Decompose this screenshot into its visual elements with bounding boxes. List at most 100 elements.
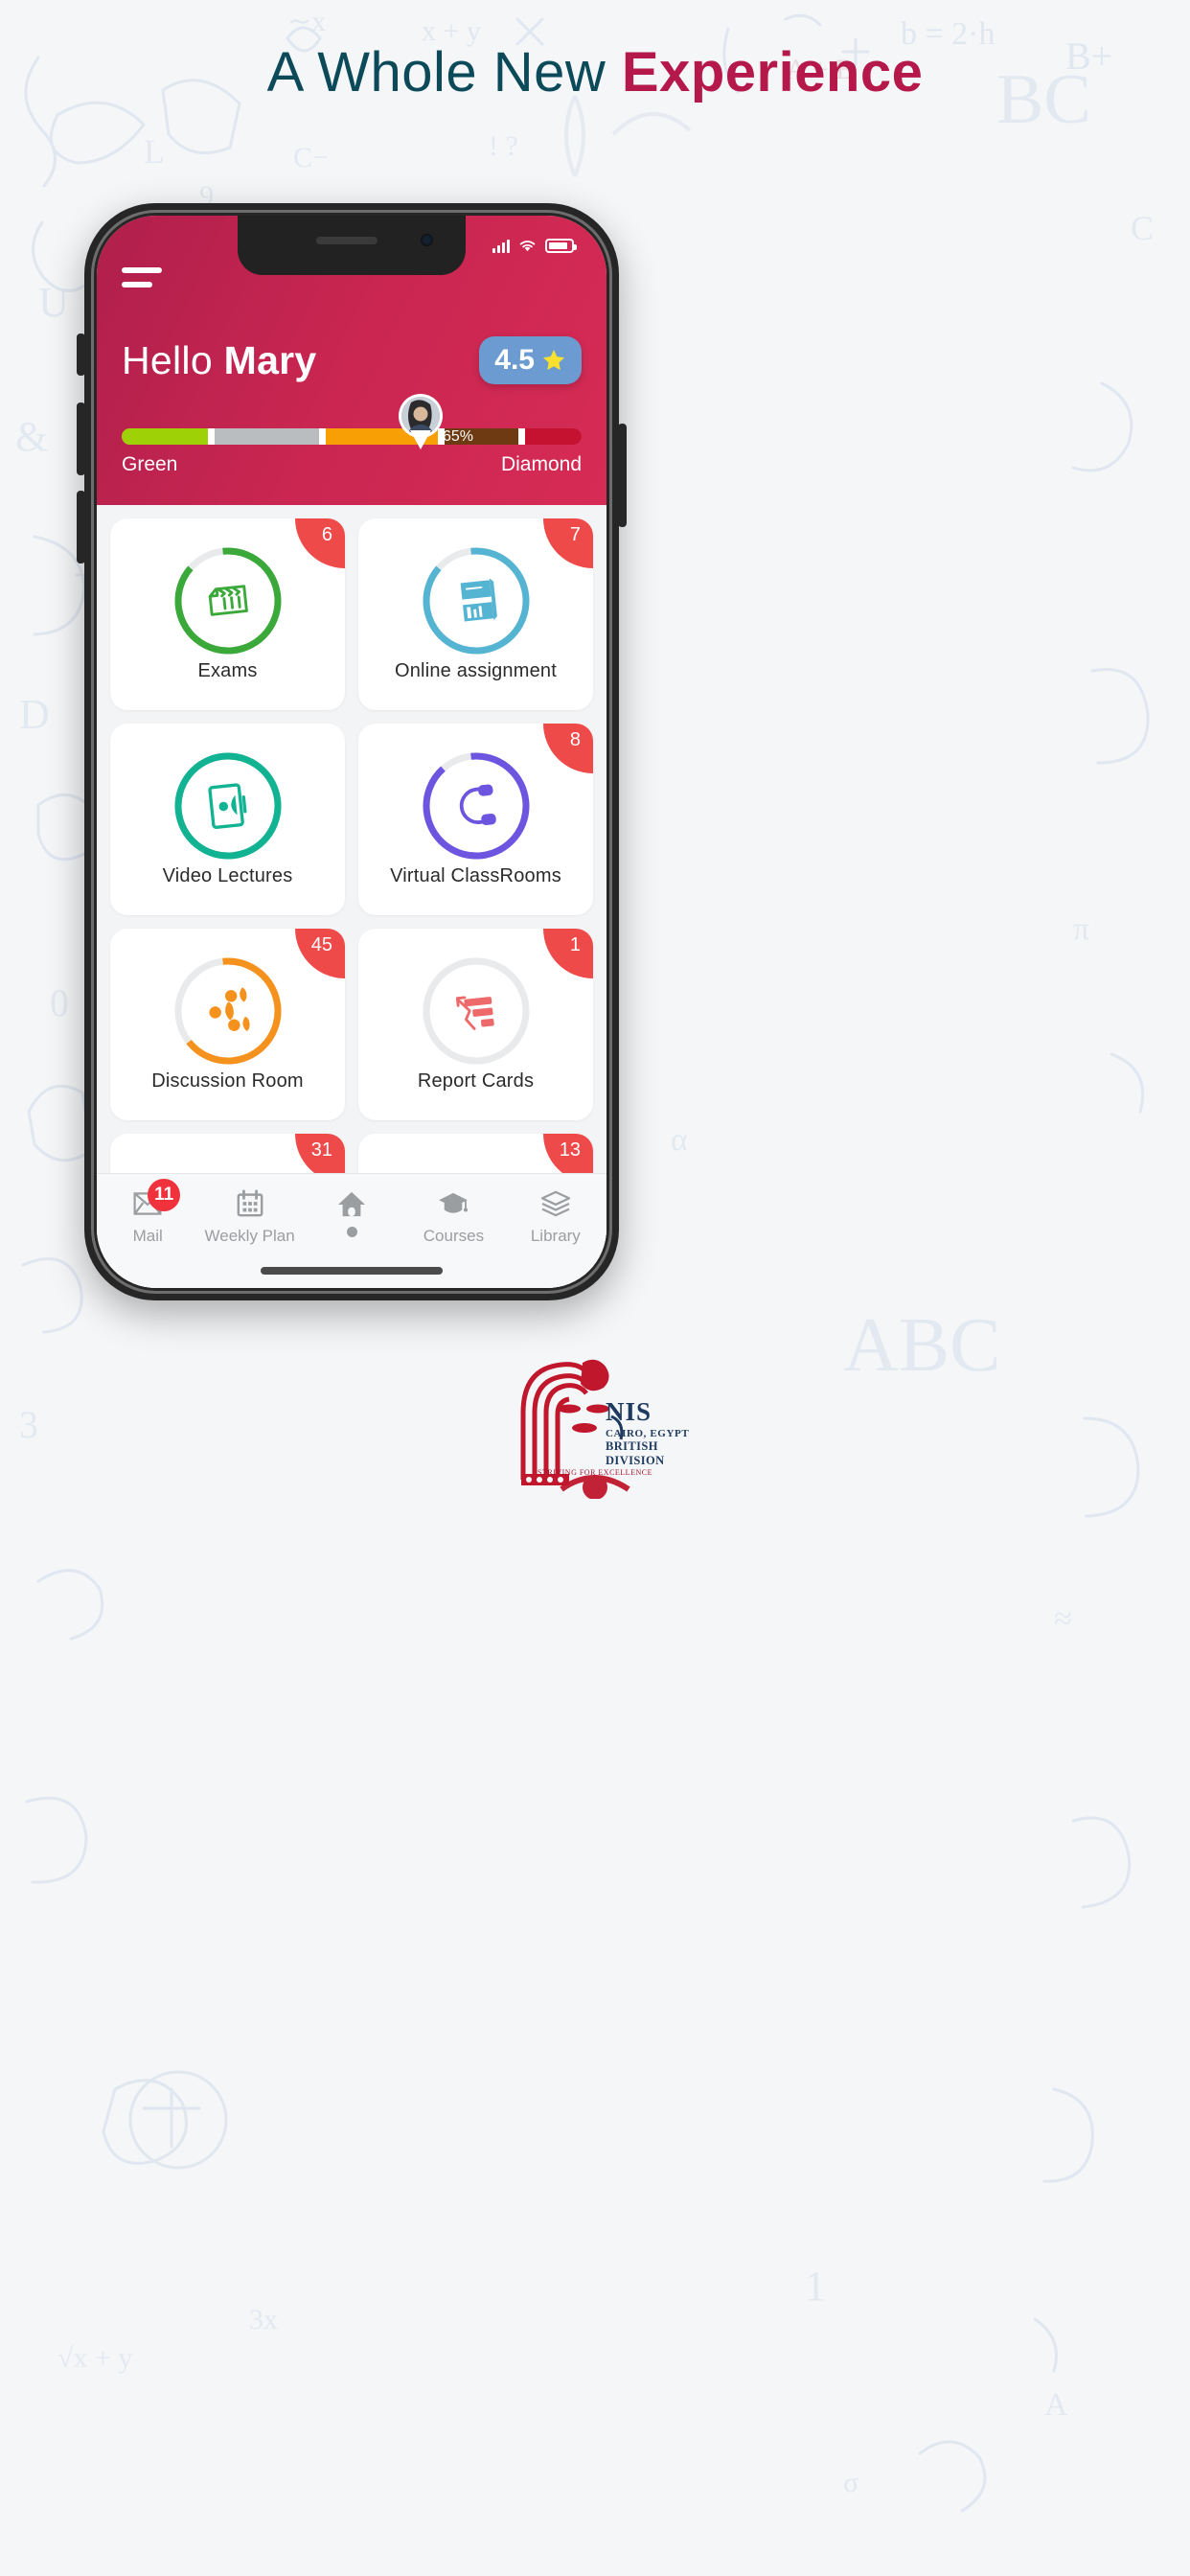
phone-mute-switch[interactable] bbox=[77, 334, 85, 376]
svg-text:3: 3 bbox=[19, 1403, 38, 1446]
logo-motto: STRIVING FOR EXCELLENCE bbox=[538, 1468, 652, 1477]
headline-accent-text: Experience bbox=[621, 41, 924, 104]
progress-separator bbox=[208, 428, 216, 445]
svg-text:L: L bbox=[144, 132, 165, 171]
logo-line1: CAIRO, EGYPT bbox=[606, 1428, 690, 1439]
logo-wordmark: NIS CAIRO, EGYPT BRITISH DIVISION bbox=[606, 1399, 696, 1468]
star-icon bbox=[542, 349, 565, 371]
feature-tile[interactable]: 8 Virtual ClassRooms bbox=[358, 724, 593, 915]
svg-text:C−: C− bbox=[293, 142, 329, 173]
progress-separator bbox=[518, 428, 526, 445]
feature-tile[interactable]: 6 Exams bbox=[110, 518, 345, 710]
svg-text:1: 1 bbox=[805, 2263, 826, 2310]
nis-footer-logo: NIS CAIRO, EGYPT BRITISH DIVISION STRIVI… bbox=[494, 1346, 696, 1504]
svg-text:α: α bbox=[671, 1122, 688, 1158]
tile-badge: 6 bbox=[295, 518, 345, 568]
tile-label: Video Lectures bbox=[162, 864, 293, 886]
svg-text:∼x: ∼x bbox=[287, 6, 326, 37]
books-stack-icon bbox=[539, 1187, 572, 1220]
app-content: 6 Exams 7 Online assignment Video Lecture… bbox=[97, 505, 606, 1288]
tab-courses[interactable]: Courses bbox=[402, 1187, 504, 1246]
graduation-cap-icon bbox=[437, 1187, 469, 1220]
svg-text:! ?: ! ? bbox=[489, 130, 518, 162]
progress-avatar-pin: 65% bbox=[399, 394, 473, 449]
tile-progress-ring bbox=[423, 957, 530, 1065]
tab-home[interactable] bbox=[301, 1187, 402, 1237]
svg-text:C: C bbox=[1131, 209, 1154, 247]
earpiece-speaker bbox=[315, 237, 378, 244]
tab-library[interactable]: Library bbox=[505, 1187, 606, 1246]
phone-volume-down-button[interactable] bbox=[77, 491, 85, 564]
rating-badge[interactable]: 4.5 bbox=[479, 336, 582, 384]
tile-label: Online assignment bbox=[394, 659, 558, 681]
home-icon bbox=[335, 1187, 368, 1220]
headline-light-text: A Whole New bbox=[266, 41, 622, 104]
tile-icon bbox=[423, 547, 530, 655]
phone-mockup: Hello Mary 4.5 65% Green Diamond 6 Exams… bbox=[84, 203, 619, 1300]
tile-label: Report Cards bbox=[417, 1070, 535, 1092]
svg-text:3x: 3x bbox=[249, 2304, 278, 2335]
progress-segment bbox=[525, 428, 582, 445]
progress-left-label: Green bbox=[122, 453, 178, 475]
wifi-icon bbox=[519, 240, 536, 251]
svg-text:π: π bbox=[1073, 911, 1089, 947]
progress-right-label: Diamond bbox=[500, 453, 582, 475]
rating-value: 4.5 bbox=[494, 344, 535, 376]
progress-segment bbox=[122, 428, 209, 445]
tab-badge: 11 bbox=[148, 1179, 181, 1211]
cellular-signal-icon bbox=[492, 239, 510, 253]
tile-progress-ring bbox=[174, 752, 282, 860]
tile-badge: 8 bbox=[543, 724, 593, 773]
tile-progress-ring bbox=[423, 752, 530, 860]
battery-icon bbox=[545, 238, 577, 253]
tile-label: Virtual ClassRooms bbox=[390, 864, 561, 886]
phone-power-button[interactable] bbox=[618, 424, 627, 527]
progress-bar[interactable] bbox=[122, 428, 582, 445]
tile-icon bbox=[423, 752, 530, 860]
feature-tile[interactable]: 45 Discussion Room bbox=[110, 929, 345, 1120]
home-indicator bbox=[261, 1267, 443, 1275]
avatar-photo bbox=[401, 397, 440, 435]
progress-segment bbox=[215, 428, 319, 445]
svg-text:0: 0 bbox=[50, 981, 69, 1024]
svg-text:≈: ≈ bbox=[1054, 1601, 1072, 1637]
tile-label: Exams bbox=[197, 659, 258, 681]
phone-volume-up-button[interactable] bbox=[77, 402, 85, 475]
tile-progress-ring bbox=[423, 547, 530, 655]
greeting-row: Hello Mary 4.5 bbox=[122, 336, 582, 384]
level-progress: 65% Green Diamond bbox=[122, 394, 582, 476]
tile-icon bbox=[423, 957, 530, 1065]
logo-name: NIS bbox=[606, 1397, 652, 1426]
phone-screen: Hello Mary 4.5 65% Green Diamond 6 Exams… bbox=[97, 216, 606, 1288]
progress-separator bbox=[318, 428, 326, 445]
tile-badge: 45 bbox=[295, 929, 345, 978]
hamburger-menu-icon[interactable] bbox=[122, 267, 162, 296]
feature-tile[interactable]: 1 Report Cards bbox=[358, 929, 593, 1120]
tab-label: Mail bbox=[132, 1227, 163, 1245]
page-headline: A Whole New Experience bbox=[0, 40, 1190, 104]
active-tab-dot bbox=[346, 1227, 357, 1237]
tab-label: Weekly Plan bbox=[204, 1227, 295, 1245]
progress-labels: Green Diamond bbox=[122, 453, 582, 476]
greeting-text: Hello Mary bbox=[122, 338, 317, 383]
status-bar bbox=[386, 216, 606, 275]
feature-tile[interactable]: Video Lectures bbox=[110, 724, 345, 915]
tile-badge: 7 bbox=[543, 518, 593, 568]
tab-mail[interactable]: 11 Mail bbox=[97, 1179, 198, 1246]
progress-percent-label: 65% bbox=[443, 428, 474, 445]
mail-envelope-icon: 11 bbox=[131, 1179, 181, 1220]
svg-text:σ: σ bbox=[843, 2467, 858, 2498]
tab-weekly-plan[interactable]: Weekly Plan bbox=[198, 1187, 300, 1246]
tile-icon bbox=[174, 752, 282, 860]
svg-text:ABC: ABC bbox=[843, 1303, 1001, 1388]
tab-label: Library bbox=[530, 1227, 581, 1245]
svg-text:&: & bbox=[15, 413, 48, 460]
tile-progress-ring bbox=[174, 547, 282, 655]
feature-tile[interactable]: 7 Online assignment bbox=[358, 518, 593, 710]
tile-progress-ring bbox=[174, 957, 282, 1065]
tile-label: Discussion Room bbox=[151, 1070, 304, 1092]
tile-icon bbox=[174, 957, 282, 1065]
greeting-username: Mary bbox=[223, 337, 317, 382]
pin-tail bbox=[410, 430, 431, 449]
svg-text:√x + y: √x + y bbox=[57, 2342, 132, 2374]
